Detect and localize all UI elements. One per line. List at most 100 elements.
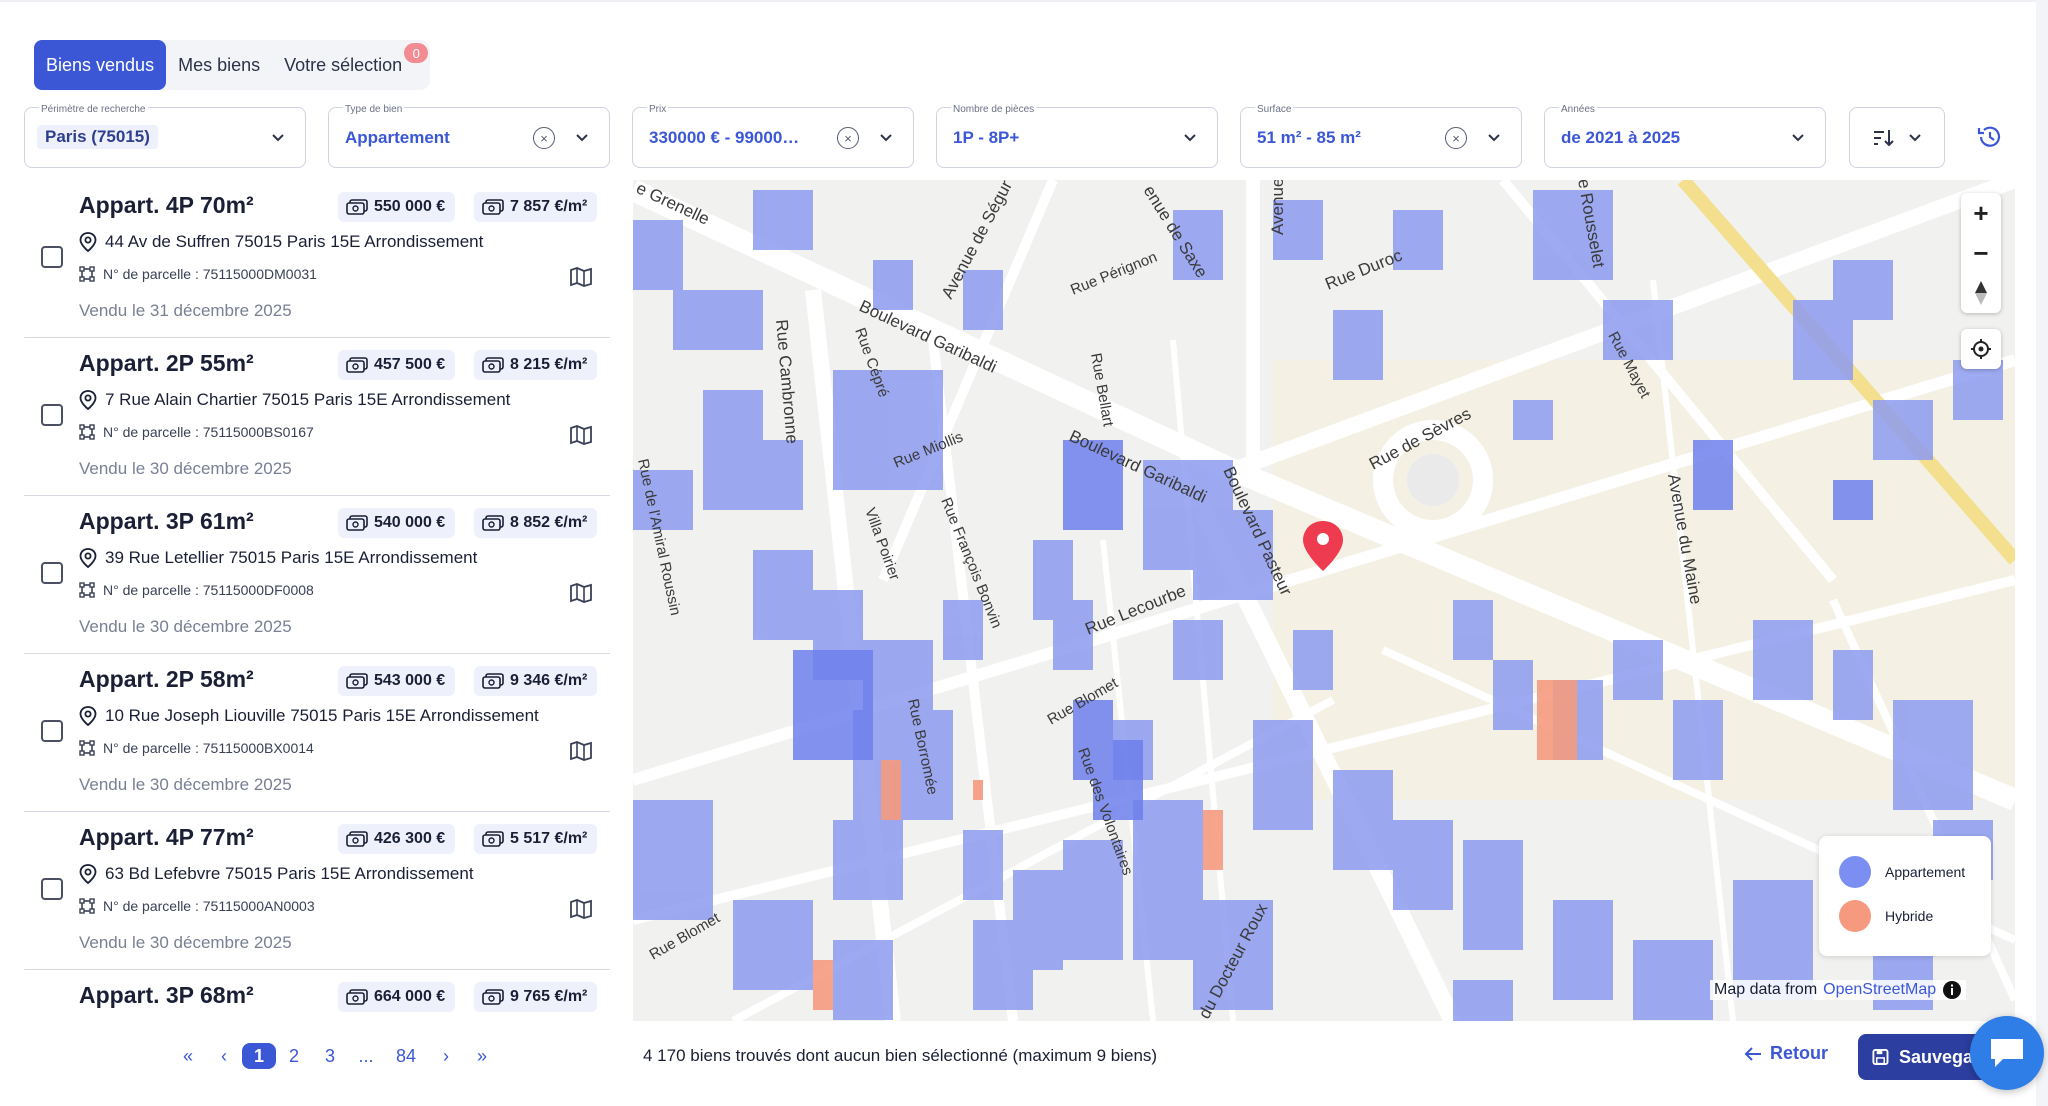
selection-count-badge: 0 — [404, 43, 429, 63]
listing-card[interactable]: Appart. 4P 70m² 550 000 € 7 857 €/m² 44 … — [24, 180, 610, 338]
annees-filter[interactable]: Années de 2021 à 2025 — [1544, 104, 1826, 168]
zoom-in-button[interactable]: + — [1961, 193, 2001, 233]
show-on-map-icon[interactable] — [569, 898, 593, 920]
parcel-text: N° de parcelle : 75115000DF0008 — [103, 582, 314, 598]
price-badge: 426 300 € — [338, 824, 456, 854]
clear-icon[interactable]: × — [1445, 127, 1467, 149]
listing-card[interactable]: Appart. 2P 55m² 457 500 € 8 215 €/m² 7 R… — [24, 338, 610, 496]
results-list: Appart. 4P 70m² 550 000 € 7 857 €/m² 44 … — [24, 180, 610, 1020]
tab-label: Votre sélection — [284, 54, 403, 75]
save-icon — [1872, 1049, 1889, 1065]
price-value: 543 000 € — [374, 672, 446, 689]
attribution-text: Map data from — [1714, 981, 1818, 998]
map-view[interactable]: e Grenelle Boulevard Garibaldi Avenue de… — [633, 180, 2015, 1021]
location-icon — [79, 232, 97, 252]
type-bien-filter[interactable]: Type de bien Appartement × — [328, 104, 610, 168]
price-per-m2-badge: 9 765 €/m² — [474, 982, 598, 1012]
address-text: 63 Bd Lefebvre 75015 Paris 15E Arrondiss… — [105, 864, 474, 883]
surface-filter[interactable]: Surface 51 m² - 85 m² × — [1240, 104, 1522, 168]
listing-parcel: N° de parcelle : 75115000BS0167 — [79, 424, 314, 440]
geolocate-icon[interactable] — [1961, 329, 2001, 369]
tab-bar: Biens vendus Mes biens Votre sélection 0 — [34, 40, 431, 90]
show-on-map-icon[interactable] — [569, 740, 593, 762]
parcel-icon — [79, 424, 95, 440]
show-on-map-icon[interactable] — [569, 582, 593, 604]
listing-card[interactable]: Appart. 3P 68m² 664 000 € 9 765 €/m² — [24, 970, 610, 1020]
page-button[interactable]: 3 — [312, 1043, 348, 1069]
filter-value: 1P - 8P+ — [953, 128, 1020, 147]
price-value: 457 500 € — [374, 356, 446, 373]
listing-checkbox[interactable] — [41, 720, 63, 742]
legend-item-hybride: Hybride — [1839, 900, 1933, 932]
sort-button[interactable] — [1849, 107, 1945, 168]
sale-date: Vendu le 31 décembre 2025 — [79, 301, 292, 320]
compass-icon[interactable] — [1961, 273, 2001, 313]
info-icon[interactable] — [1942, 980, 1962, 1000]
money-icon — [482, 989, 504, 1005]
chat-widget-button[interactable] — [1970, 1016, 2044, 1090]
location-icon — [79, 390, 97, 410]
price-per-m2-badge: 5 517 €/m² — [474, 824, 598, 854]
parcel-icon — [79, 740, 95, 756]
address-text: 7 Rue Alain Chartier 75015 Paris 15E Arr… — [105, 390, 511, 409]
map-canvas[interactable]: e Grenelle Boulevard Garibaldi Avenue de… — [633, 180, 2015, 1021]
price-per-m2-badge: 9 346 €/m² — [474, 666, 598, 696]
map-zoom-controls: + − — [1961, 193, 2001, 313]
listing-checkbox[interactable] — [41, 404, 63, 426]
pieces-filter[interactable]: Nombre de pièces 1P - 8P+ — [936, 104, 1218, 168]
page-button-current[interactable]: 1 — [242, 1043, 276, 1069]
location-icon — [79, 706, 97, 726]
show-on-map-icon[interactable] — [569, 424, 593, 446]
clear-icon[interactable]: × — [533, 127, 555, 149]
show-on-map-icon[interactable] — [569, 266, 593, 288]
money-icon — [482, 199, 504, 215]
listing-parcel: N° de parcelle : 75115000DF0008 — [79, 582, 314, 598]
next-page-button[interactable]: › — [428, 1043, 464, 1069]
first-page-button[interactable]: « — [170, 1043, 206, 1069]
page-button[interactable]: 84 — [384, 1043, 428, 1069]
address-text: 44 Av de Suffren 75015 Paris 15E Arrondi… — [105, 232, 484, 251]
money-icon — [346, 673, 368, 689]
openstreetmap-link[interactable]: OpenStreetMap — [1823, 981, 1936, 999]
filter-value: 330000 € - 99000… — [649, 128, 800, 147]
parcel-text: N° de parcelle : 75115000AN0003 — [103, 898, 315, 914]
perimetre-filter[interactable]: Périmètre de recherche Paris (75015) — [24, 104, 306, 168]
listing-title: Appart. 3P 61m² — [79, 508, 254, 534]
price-value: 540 000 € — [374, 514, 446, 531]
page-button[interactable]: 2 — [276, 1043, 312, 1069]
price-per-m2-value: 8 215 €/m² — [510, 356, 588, 373]
filter-value: de 2021 à 2025 — [1561, 128, 1681, 147]
tab-votre-selection[interactable]: Votre sélection 0 — [272, 40, 429, 90]
legend-swatch — [1839, 856, 1871, 888]
zoom-out-button[interactable]: − — [1961, 233, 2001, 273]
last-page-button[interactable]: » — [464, 1043, 500, 1069]
listing-parcel: N° de parcelle : 75115000BX0014 — [79, 740, 314, 756]
tab-mes-biens[interactable]: Mes biens — [166, 40, 272, 90]
tab-biens-vendus[interactable]: Biens vendus — [34, 40, 167, 90]
filter-value: Paris (75015) — [37, 125, 158, 149]
listing-card[interactable]: Appart. 4P 77m² 426 300 € 5 517 €/m² 63 … — [24, 812, 610, 970]
listing-checkbox[interactable] — [41, 246, 63, 268]
price-badge: 457 500 € — [338, 350, 456, 380]
price-badge: 543 000 € — [338, 666, 456, 696]
filter-value: 51 m² - 85 m² — [1257, 128, 1361, 147]
chevron-down-icon — [1909, 134, 1921, 142]
back-button[interactable]: Retour — [1744, 1043, 1828, 1064]
chevron-down-icon — [576, 134, 588, 142]
price-value: 550 000 € — [374, 198, 446, 215]
price-per-m2-badge: 8 215 €/m² — [474, 350, 598, 380]
listing-checkbox[interactable] — [41, 878, 63, 900]
listing-checkbox[interactable] — [41, 562, 63, 584]
listing-address: 63 Bd Lefebvre 75015 Paris 15E Arrondiss… — [79, 864, 474, 884]
geolocate-control — [1961, 329, 2001, 369]
chevron-down-icon — [272, 134, 284, 142]
listing-parcel: N° de parcelle : 75115000AN0003 — [79, 898, 315, 914]
parcel-icon — [79, 582, 95, 598]
prev-page-button[interactable]: ‹ — [206, 1043, 242, 1069]
listing-card[interactable]: Appart. 3P 61m² 540 000 € 8 852 €/m² 39 … — [24, 496, 610, 654]
listing-card[interactable]: Appart. 2P 58m² 543 000 € 9 346 €/m² 10 … — [24, 654, 610, 812]
clear-icon[interactable]: × — [837, 127, 859, 149]
money-icon — [482, 673, 504, 689]
history-icon[interactable] — [1976, 123, 2004, 151]
prix-filter[interactable]: Prix 330000 € - 99000… × — [632, 104, 914, 168]
